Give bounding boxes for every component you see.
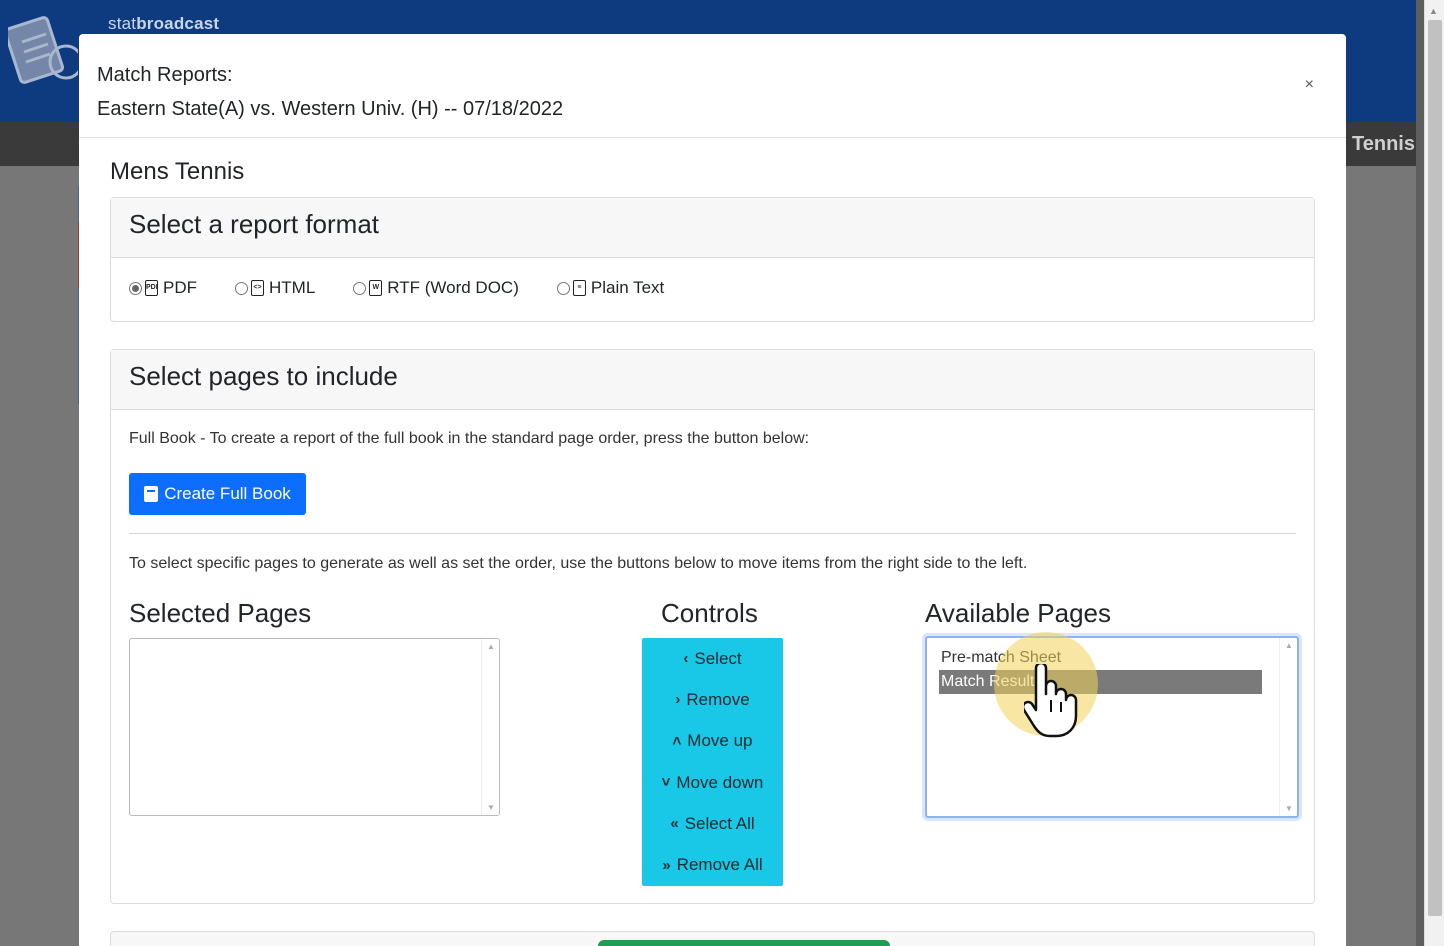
available-pages-title: Available Pages bbox=[925, 598, 1111, 628]
control-label: Remove bbox=[686, 689, 750, 709]
close-button[interactable]: × bbox=[1305, 76, 1314, 94]
format-option-rtf[interactable]: W RTF (Word DOC) bbox=[353, 278, 519, 298]
page-scrollbar[interactable]: ▲ bbox=[1424, 0, 1444, 946]
select-button[interactable]: ‹ Select bbox=[642, 638, 783, 679]
modal-header: Match Reports: Eastern State(A) vs. West… bbox=[79, 34, 1346, 138]
format-label: RTF (Word DOC) bbox=[387, 278, 519, 297]
nav-item-tennis: Tennis bbox=[1352, 133, 1415, 155]
pages-card: Select pages to include Full Book - To c… bbox=[110, 349, 1315, 904]
format-option-html[interactable]: <> HTML bbox=[235, 278, 315, 298]
selected-pages-list[interactable]: ▲ ▼ bbox=[129, 638, 500, 816]
remove-button[interactable]: › Remove bbox=[642, 679, 783, 720]
available-pages-list[interactable]: Pre-match Sheet Match Results ▲ ▼ bbox=[925, 636, 1299, 818]
select-pages-note: To select specific pages to generate as … bbox=[129, 555, 1028, 572]
controls-title: Controls bbox=[661, 598, 758, 628]
text-radio[interactable] bbox=[556, 281, 570, 295]
format-options: PDF PDF <> HTML W RTF (Word DOC) ≡ Plain… bbox=[111, 258, 1314, 318]
text-file-icon: ≡ bbox=[572, 280, 586, 296]
html-file-icon: <> bbox=[251, 280, 264, 296]
control-label: Move down bbox=[676, 772, 764, 792]
word-file-icon: W bbox=[369, 280, 383, 296]
move-down-button[interactable]: ˅ Move down bbox=[642, 762, 783, 803]
chevron-left-icon: ‹ bbox=[683, 650, 689, 668]
create-full-book-button[interactable]: Create Full Book bbox=[129, 473, 306, 515]
format-card-header: Select a report format bbox=[111, 198, 1314, 258]
control-label: Move up bbox=[687, 731, 753, 751]
scroll-up-icon[interactable]: ▲ bbox=[487, 642, 495, 651]
pdf-file-icon: PDF bbox=[145, 280, 158, 296]
full-book-note: Full Book - To create a report of the fu… bbox=[129, 430, 810, 447]
option-match-results[interactable]: Match Results bbox=[939, 670, 1262, 694]
create-full-book-label: Create Full Book bbox=[164, 484, 291, 503]
rtf-radio[interactable] bbox=[353, 281, 367, 295]
scroll-up-icon[interactable]: ▲ bbox=[1429, 6, 1438, 16]
scroll-up-icon[interactable]: ▲ bbox=[1285, 641, 1293, 650]
selected-pages-title: Selected Pages bbox=[129, 598, 312, 628]
modal-subtitle: Eastern State(A) vs. Western Univ. (H) -… bbox=[97, 98, 564, 120]
html-radio[interactable] bbox=[235, 281, 248, 295]
scroll-down-icon[interactable]: ▼ bbox=[487, 803, 495, 812]
control-label: Remove All bbox=[676, 855, 763, 875]
scroll-thumb[interactable] bbox=[1428, 20, 1442, 916]
select-all-button[interactable]: « Select All bbox=[642, 803, 783, 844]
format-label: HTML bbox=[269, 278, 316, 297]
chevron-up-icon: ˄ bbox=[672, 732, 682, 750]
statbroadcast-logo-icon bbox=[8, 16, 78, 84]
listbox-scrollbar[interactable]: ▲ ▼ bbox=[481, 639, 499, 815]
double-chevron-right-icon: » bbox=[662, 856, 671, 874]
match-reports-modal: Match Reports: Eastern State(A) vs. West… bbox=[79, 34, 1346, 946]
pdf-radio[interactable] bbox=[129, 281, 142, 295]
scroll-down-icon[interactable]: ▼ bbox=[1285, 804, 1293, 813]
controls-group: ‹ Select › Remove ˄ Move up ˅ Move down … bbox=[642, 638, 783, 886]
format-option-text[interactable]: ≡ Plain Text bbox=[556, 278, 665, 298]
generate-button[interactable] bbox=[598, 940, 890, 946]
sport-title: Mens Tennis bbox=[110, 158, 245, 185]
remove-all-button[interactable]: » Remove All bbox=[642, 844, 783, 885]
brand-name: statbroadcast bbox=[108, 14, 220, 33]
modal-title: Match Reports: bbox=[97, 64, 233, 86]
pages-card-header: Select pages to include bbox=[111, 350, 1314, 410]
move-up-button[interactable]: ˄ Move up bbox=[642, 721, 783, 762]
option-pre-match-sheet[interactable]: Pre-match Sheet bbox=[939, 646, 1262, 670]
book-icon bbox=[144, 486, 159, 502]
chevron-down-icon: ˅ bbox=[661, 774, 671, 792]
double-chevron-left-icon: « bbox=[670, 815, 679, 833]
chevron-right-icon: › bbox=[675, 691, 681, 709]
format-label: Plain Text bbox=[590, 278, 665, 297]
listbox-scrollbar[interactable]: ▲ ▼ bbox=[1279, 638, 1297, 816]
format-option-pdf[interactable]: PDF PDF bbox=[129, 278, 197, 298]
format-card: Select a report format PDF PDF <> HTML W… bbox=[110, 197, 1315, 322]
divider bbox=[129, 533, 1296, 534]
control-label: Select bbox=[694, 648, 742, 668]
format-label: PDF bbox=[163, 278, 197, 297]
pages-card-body: Full Book - To create a report of the fu… bbox=[111, 410, 1314, 905]
control-label: Select All bbox=[684, 813, 755, 833]
next-card bbox=[110, 931, 1315, 946]
available-options: Pre-match Sheet Match Results bbox=[927, 638, 1297, 694]
